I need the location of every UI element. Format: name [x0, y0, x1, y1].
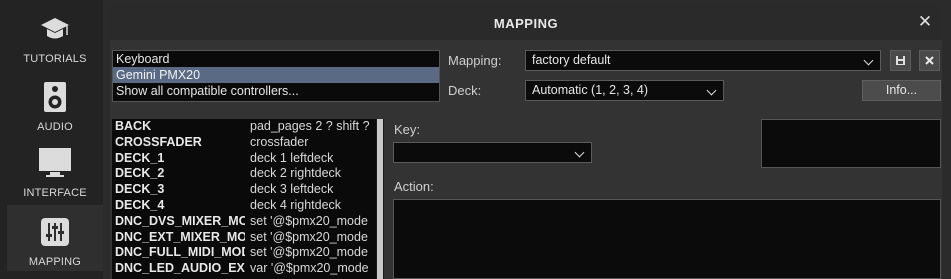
chevron-down-icon [706, 85, 717, 96]
table-row[interactable]: CROSSFADER crossfader [112, 135, 376, 151]
mapping-table[interactable]: BACK pad_pages 2 ? shift ? CROSSFADER cros… [112, 119, 376, 279]
controller-item-gemini-pmx20[interactable]: Gemini PMX20 [113, 67, 439, 83]
sidebar-item-interface[interactable]: INTERFACE [7, 136, 103, 202]
mapping-value: factory default [532, 53, 611, 67]
table-row[interactable]: DNC_LED_AUDIO_EXT var '@$pmx20_mode [112, 261, 376, 277]
table-row[interactable]: DECK_2 deck 2 rightdeck [112, 166, 376, 182]
mapping-key: DECK_4 [115, 197, 165, 212]
mapping-action: set '@$pmx20_mode [250, 229, 368, 244]
sliders-icon [40, 215, 70, 247]
key-label: Key: [394, 122, 421, 137]
chevron-down-icon [863, 55, 874, 66]
graduation-cap-icon [40, 12, 70, 44]
mapping-key: DECK_3 [115, 182, 165, 197]
mapping-key: DECK_1 [115, 150, 165, 165]
deck-label: Deck: [448, 83, 482, 98]
mapping-action: set '@$pmx20_mode [250, 245, 368, 260]
action-label: Action: [394, 179, 434, 194]
sidebar-item-label: MAPPING [28, 256, 82, 268]
save-icon [891, 56, 910, 74]
mapping-key: CROSSFADER [115, 134, 202, 149]
title-bar: MAPPING ✕ [110, 6, 942, 40]
mapping-key: DNC_LED_AUDIO_EXT [115, 261, 245, 276]
delete-icon [920, 56, 939, 74]
table-row[interactable]: DNC_FULL_MIDI_MODE set '@$pmx20_mode [112, 245, 376, 261]
mapping-label: Mapping: [448, 53, 502, 68]
table-row[interactable]: DNC_EXT_MIXER_MODE set '@$pmx20_mode [112, 230, 376, 246]
mapping-key: DNC_DVS_MIXER_MODE [115, 213, 245, 228]
sidebar-item-tutorials[interactable]: TUTORIALS [7, 2, 103, 68]
scrollbar-thumb[interactable] [377, 119, 383, 279]
controller-list[interactable]: Keyboard Gemini PMX20 Show all compatibl… [112, 50, 440, 102]
mapping-key: DNC_EXT_MIXER_MODE [115, 229, 245, 244]
sidebar-item-label: AUDIO [37, 121, 73, 133]
action-textarea[interactable] [393, 199, 941, 279]
sidebar-item-mapping[interactable]: MAPPING [7, 205, 103, 271]
mapping-action: deck 4 rightdeck [250, 197, 342, 212]
speaker-icon [40, 80, 70, 112]
sidebar-item-audio[interactable]: AUDIO [7, 70, 103, 136]
deck-value: Automatic (1, 2, 3, 4) [532, 83, 649, 97]
mapping-action: deck 1 leftdeck [250, 150, 334, 165]
info-button[interactable]: Info... [862, 80, 941, 101]
deck-dropdown[interactable]: Automatic (1, 2, 3, 4) [525, 80, 724, 101]
mapping-action: deck 2 rightdeck [250, 166, 342, 181]
mapping-dropdown[interactable]: factory default [525, 50, 881, 71]
controller-item-keyboard[interactable]: Keyboard [113, 51, 439, 67]
sidebar-item-label: TUTORIALS [23, 53, 87, 65]
mapping-action: crossfader [250, 134, 309, 149]
table-row[interactable]: DECK_3 deck 3 leftdeck [112, 182, 376, 198]
settings-sidebar: TUTORIALS AUDIO INTERFACE MAPPING [0, 0, 103, 279]
save-mapping-button[interactable] [890, 50, 911, 71]
mapping-action: var '@$pmx20_mode [250, 261, 369, 276]
monitor-icon [38, 146, 71, 178]
mapping-key: DECK_2 [115, 166, 165, 181]
chevron-down-icon [574, 147, 585, 158]
table-row[interactable]: DECK_4 deck 4 rightdeck [112, 198, 376, 214]
table-row[interactable]: BACK pad_pages 2 ? shift ? [112, 119, 376, 135]
delete-mapping-button[interactable] [919, 50, 940, 71]
close-icon[interactable]: ✕ [916, 13, 934, 31]
mapping-action: deck 3 leftdeck [250, 182, 334, 197]
mapping-action: pad_pages 2 ? shift ? [250, 119, 370, 133]
mapping-key: DNC_FULL_MIDI_MODE [115, 245, 245, 260]
table-row[interactable]: DNC_DVS_MIXER_MODE set '@$pmx20_mode [112, 214, 376, 230]
dialog-title: MAPPING [493, 16, 559, 31]
mapping-table-scrollbar[interactable] [376, 119, 384, 279]
key-dropdown[interactable] [393, 142, 592, 163]
mapping-action: set '@$pmx20_mode [250, 213, 368, 228]
mapping-key: BACK [115, 119, 152, 133]
controller-item-show-all[interactable]: Show all compatible controllers... [113, 83, 439, 99]
sidebar-item-label: INTERFACE [23, 187, 87, 199]
key-preview-box [761, 119, 941, 168]
table-row[interactable]: DECK_1 deck 1 leftdeck [112, 151, 376, 167]
